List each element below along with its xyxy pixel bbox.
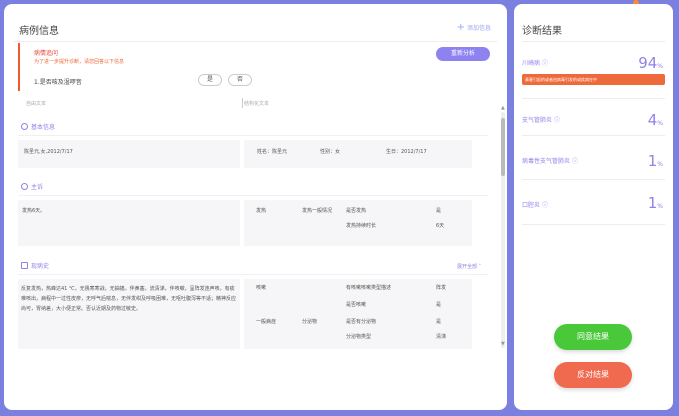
- diagnosis-percent: 94%: [638, 54, 663, 72]
- basic-info-heading: 基本信息: [21, 122, 55, 131]
- history-cell: 分泌物类型: [346, 334, 372, 340]
- diagnosis-panel: 诊断结果 川崎病 ⓘ 94% 鼻塞引起的或者由病毒引发的或疾病在中 支气管肺炎 …: [514, 4, 673, 410]
- user-icon: [21, 123, 28, 130]
- percent-unit: %: [657, 161, 663, 168]
- scroll-down-icon[interactable]: ▼: [501, 341, 505, 347]
- divider: [522, 224, 665, 225]
- percent-unit: %: [657, 120, 663, 127]
- divider: [18, 274, 488, 275]
- free-text-tab[interactable]: 自由文本: [26, 100, 46, 107]
- query-hint: 为了进一步提升诊断，请您回答以下信息: [34, 59, 125, 65]
- complaint-cell: 6天: [436, 223, 445, 229]
- divider: [14, 41, 497, 42]
- basic-summary: 陈圣元,女,2012/7/17: [24, 149, 73, 155]
- no-button[interactable]: 否: [228, 74, 252, 86]
- diagnosis-value: 1: [647, 152, 658, 170]
- query-title: 病情追问: [34, 50, 59, 57]
- diagnosis-name-text: 支气管肺炎: [522, 117, 553, 124]
- divider: [18, 195, 488, 196]
- person-icon: [21, 183, 28, 190]
- percent-unit: %: [657, 63, 663, 70]
- add-info-label: 添加信息: [466, 25, 491, 32]
- history-cell: 阵发: [436, 285, 447, 291]
- query-question: 1.是否咳及湿啰音: [34, 79, 82, 86]
- oppose-button[interactable]: 反对结果: [554, 362, 632, 388]
- plus-icon: +: [456, 21, 465, 33]
- diagnosis-name-text: 口腔炎: [522, 202, 541, 209]
- expand-all-button[interactable]: 展开全部 ˅: [457, 263, 481, 270]
- diagnosis-title: 诊断结果: [522, 26, 562, 37]
- info-icon: ⓘ: [553, 117, 560, 124]
- complaint-heading: 主诉: [21, 182, 43, 191]
- complaint-cell: 发热一般情况: [302, 208, 333, 214]
- basic-birthday: 生日：2012/7/17: [386, 149, 427, 155]
- complaint-cell: 发热持续时长: [346, 223, 377, 229]
- complaint-cell: 是: [436, 208, 442, 214]
- history-text: 反复发热，热峰达41 ℃，无畏寒寒战，无抽搐。伴鼻塞，流清涕，伴咳嗽，呈阵发连声…: [21, 286, 237, 312]
- history-cell: 是否有分泌物: [346, 319, 377, 325]
- diagnosis-percent: 1%: [648, 194, 663, 212]
- history-cell: 是否咳嗽: [346, 302, 367, 308]
- diagnosis-percent: 1%: [648, 152, 663, 170]
- history-cell: 是: [436, 319, 442, 325]
- info-icon: ⓘ: [571, 158, 578, 165]
- divider: [18, 135, 488, 136]
- history-cell: 有咳嗽咳嗽类型描述: [346, 285, 392, 291]
- divider: [522, 135, 665, 136]
- divider: [242, 98, 243, 108]
- scroll-thumb[interactable]: [501, 118, 505, 176]
- scroll-up-icon[interactable]: ▲: [501, 105, 505, 111]
- info-icon: ⓘ: [541, 60, 548, 67]
- basic-name: 姓名：陈圣元: [257, 149, 288, 155]
- divider: [522, 41, 665, 42]
- query-box: 病情追问 为了进一步提升诊断，请您回答以下信息 1.是否咳及湿啰音 是 否 重新…: [18, 43, 490, 91]
- divider: [522, 98, 665, 99]
- diagnosis-value: 4: [647, 111, 658, 129]
- diagnosis-name: 支气管肺炎 ⓘ: [522, 115, 560, 124]
- percent-unit: %: [657, 203, 663, 210]
- divider: [522, 179, 665, 180]
- diagnosis-name: 口腔炎 ⓘ: [522, 200, 548, 209]
- diagnosis-note-bar: 鼻塞引起的或者由病毒引发的或疾病在中: [522, 74, 665, 85]
- case-info-panel: 病例信息 + 添加信息 病情追问 为了进一步提升诊断，请您回答以下信息 1.是否…: [4, 4, 507, 410]
- scrollbar[interactable]: [501, 112, 505, 348]
- history-cell: 一般病症: [256, 319, 277, 325]
- history-cell: 分泌物: [302, 319, 318, 325]
- complaint-free-box: [18, 200, 240, 246]
- history-heading: 现病史: [21, 261, 49, 270]
- diagnosis-name-text: 病毒性支气管肺炎: [522, 158, 571, 165]
- yes-button[interactable]: 是: [198, 74, 222, 86]
- reanalyze-button[interactable]: 重新分析: [436, 47, 490, 61]
- diagnosis-name: 病毒性支气管肺炎 ⓘ: [522, 156, 578, 165]
- history-label: 现病史: [31, 263, 50, 270]
- history-cell: 咳嗽: [256, 285, 267, 291]
- agree-button[interactable]: 同意结果: [554, 324, 632, 350]
- diagnosis-name: 川崎病 ⓘ: [522, 58, 548, 67]
- complaint-cell: 是否发热: [346, 208, 367, 214]
- history-cell: 清涕: [436, 334, 447, 340]
- add-info-button[interactable]: + 添加信息: [456, 21, 491, 33]
- document-icon: [21, 262, 28, 269]
- diagnosis-value: 94: [638, 54, 658, 72]
- structured-text-tab[interactable]: 结构化文本: [244, 100, 269, 107]
- diagnosis-percent: 4%: [648, 111, 663, 129]
- info-icon: ⓘ: [541, 202, 548, 209]
- diagnosis-value: 1: [647, 194, 658, 212]
- expand-all-label: 展开全部: [457, 264, 478, 270]
- history-cell: 是: [436, 302, 442, 308]
- complaint-cell: 发热: [256, 208, 267, 214]
- diagnosis-name-text: 川崎病: [522, 60, 541, 67]
- basic-info-label: 基本信息: [31, 124, 56, 131]
- complaint-label: 主诉: [31, 184, 44, 191]
- complaint-text: 发热6天。: [22, 208, 46, 214]
- case-info-title: 病例信息: [19, 26, 59, 37]
- basic-gender: 性别：女: [320, 149, 341, 155]
